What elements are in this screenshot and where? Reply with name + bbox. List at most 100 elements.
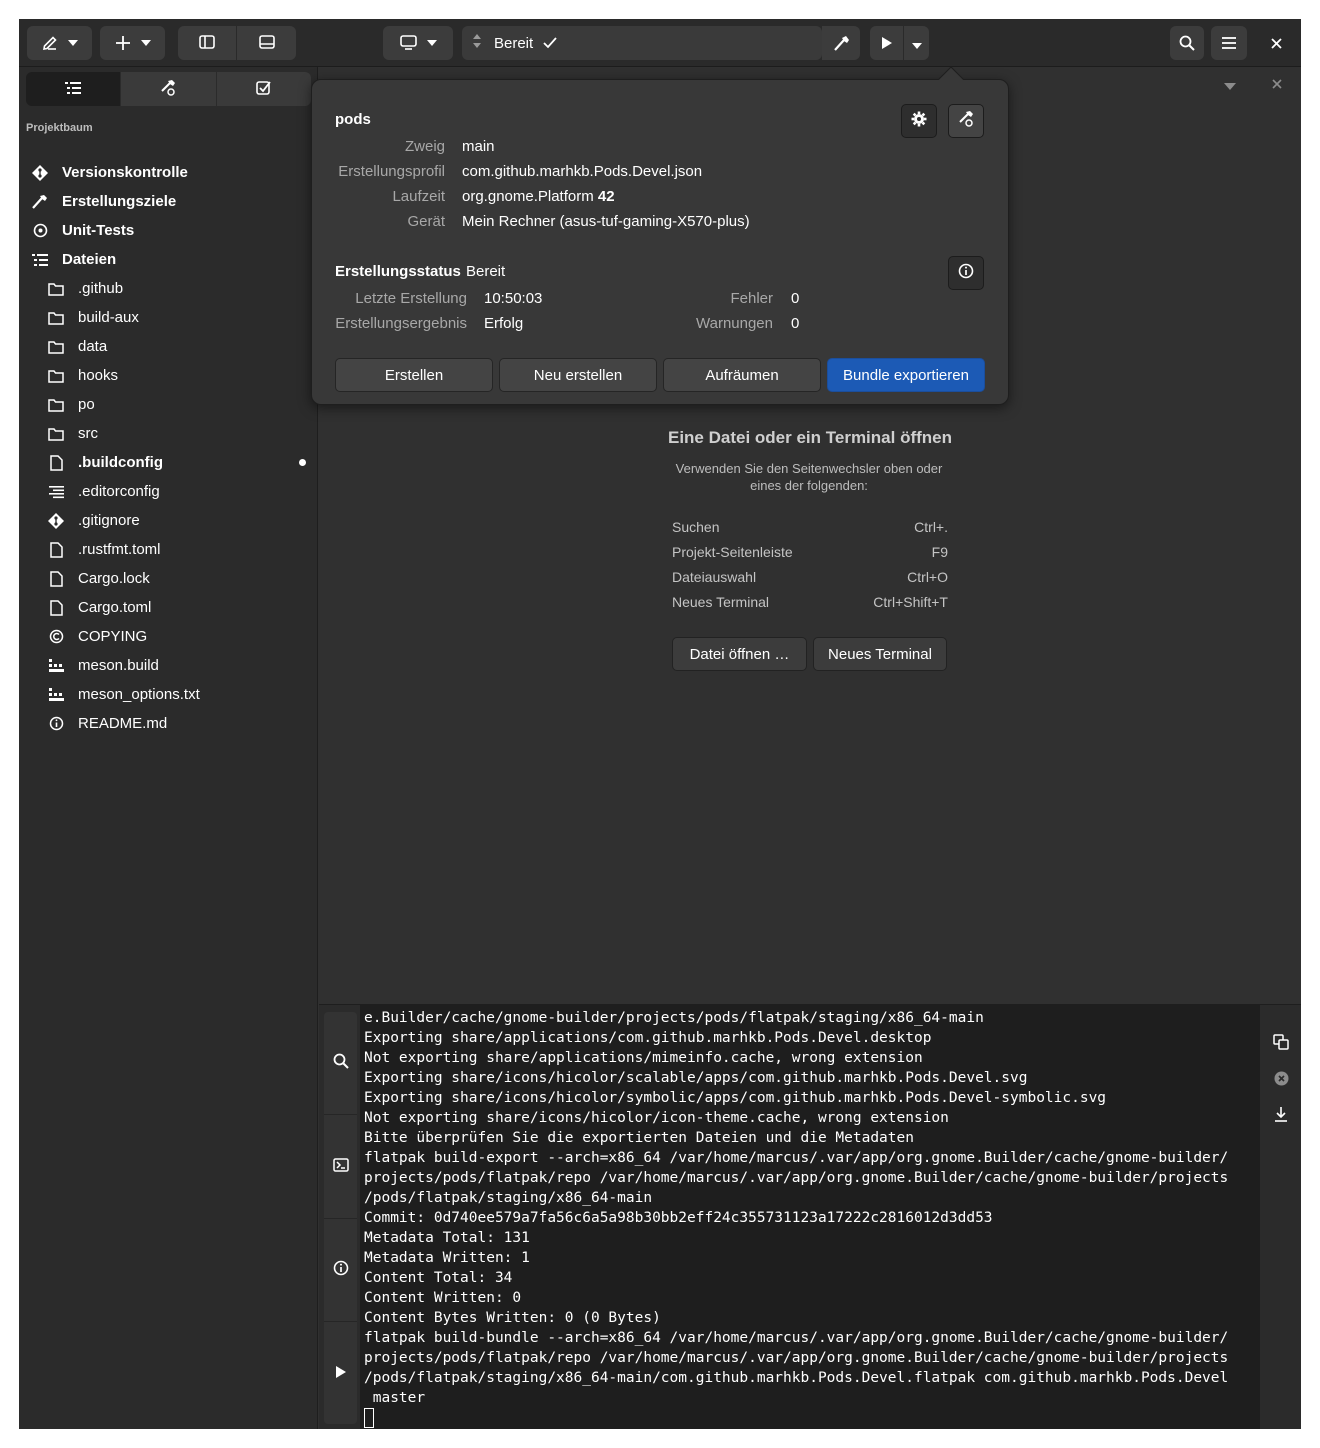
build-status-text: Bereit — [494, 34, 534, 52]
build-log-info-button[interactable] — [948, 256, 984, 290]
build-info-popover: pods Zweig main Erstellungsprofil com.gi… — [311, 66, 1009, 405]
tree-item-file[interactable]: COPYING — [19, 622, 318, 651]
new-terminal-button[interactable]: Neues Terminal — [813, 637, 947, 671]
tree-item-label: meson.build — [78, 657, 159, 674]
clean-button[interactable]: Aufräumen — [663, 358, 821, 392]
build-status-button[interactable]: Bereit — [462, 26, 822, 60]
rebuild-button[interactable]: Neu erstellen — [499, 358, 657, 392]
app-window: Bereit Projektbaum Versionskontrolle Ers… — [19, 19, 1301, 1429]
tab-build-targets[interactable] — [121, 72, 217, 106]
tree-item-file[interactable]: Cargo.lock — [19, 564, 318, 593]
terminal-line: /pods/flatpak/staging/x86_64-main/com.gi… — [364, 1370, 1229, 1386]
tree-item-file[interactable]: .gitignore — [19, 506, 318, 535]
terminal-icon — [332, 1157, 349, 1176]
tab-search[interactable] — [324, 1012, 357, 1116]
shortcut-label: Projekt-Seitenleiste — [672, 543, 793, 560]
shortcut-key: Ctrl+. — [914, 518, 948, 535]
tree-item-label: .gitignore — [78, 512, 140, 529]
copy-button[interactable] — [1271, 1034, 1291, 1054]
tree-item-file[interactable]: .rustfmt.toml — [19, 535, 318, 564]
tab-messages[interactable] — [324, 1219, 357, 1322]
build-status-value: Bereit — [466, 263, 506, 280]
run-group — [870, 26, 929, 60]
terminal-line: Bitte überprüfen Sie die exportierten Da… — [364, 1130, 914, 1146]
toggle-bottom-panel-button[interactable] — [237, 26, 296, 60]
new-menu-button[interactable] — [100, 26, 165, 60]
build-button[interactable] — [822, 26, 860, 60]
tab-terminal[interactable] — [324, 1115, 357, 1219]
panel-tabs — [324, 1012, 357, 1424]
terminal-line: flatpak build-bundle --arch=x86_64 /var/… — [364, 1330, 1229, 1346]
tree-item-label: Erstellungsziele — [62, 193, 177, 210]
build-file-icon — [47, 686, 65, 704]
info-value: Mein Rechner (asus-tuf-gaming-X570-plus) — [462, 213, 750, 230]
window-close-button[interactable] — [1259, 26, 1293, 60]
download-icon — [1273, 1106, 1289, 1126]
run-options-button[interactable] — [904, 26, 929, 60]
git-icon — [47, 512, 65, 530]
info-label: Gerät — [407, 213, 445, 230]
close-page-button[interactable] — [1272, 74, 1282, 93]
plus-icon — [115, 35, 131, 51]
tree-item-folder[interactable]: po — [19, 390, 318, 419]
shortcut-row: Suchen Ctrl+. — [672, 514, 948, 539]
tree-item-folder[interactable]: data — [19, 332, 318, 361]
clear-button[interactable] — [1271, 1070, 1291, 1090]
save-log-button[interactable] — [1271, 1106, 1291, 1126]
tree-item-version-control[interactable]: Versionskontrolle — [19, 158, 318, 187]
unit-test-icon — [31, 222, 49, 240]
clear-icon — [1274, 1071, 1289, 1090]
tree-item-file[interactable]: Cargo.toml — [19, 593, 318, 622]
tree-item-file[interactable]: .editorconfig — [19, 477, 318, 506]
search-button[interactable] — [1170, 26, 1204, 60]
pages-menu-button[interactable] — [1224, 75, 1236, 94]
terminal-line: Not exporting share/icons/hicolor/icon-t… — [364, 1110, 949, 1126]
config-file-icon — [47, 483, 65, 501]
tab-todo[interactable] — [216, 72, 311, 106]
tree-item-file[interactable]: .buildconfig — [19, 448, 318, 477]
terminal-cursor — [364, 1408, 374, 1428]
tree-item-file[interactable]: README.md — [19, 709, 318, 738]
tree-item-label: hooks — [78, 367, 119, 384]
hammer-icon — [31, 193, 49, 211]
file-icon — [47, 541, 65, 559]
build-preferences-button[interactable] — [901, 104, 937, 138]
tab-project-tree[interactable] — [26, 72, 122, 106]
tree-item-folder[interactable]: build-aux — [19, 303, 318, 332]
export-bundle-button[interactable]: Bundle exportieren — [827, 358, 985, 392]
folder-icon — [47, 309, 65, 327]
tree-item-file[interactable]: meson.build — [19, 651, 318, 680]
main-menu-button[interactable] — [1211, 26, 1247, 60]
terminal-line: Content Written: 0 — [364, 1290, 522, 1306]
toggle-left-panel-button[interactable] — [178, 26, 237, 60]
chevron-down-icon — [140, 40, 151, 46]
build-status-label: Erstellungsstatus — [335, 263, 461, 280]
open-file-button[interactable]: Datei öffnen … — [672, 637, 807, 671]
tree-item-build-targets[interactable]: Erstellungsziele — [19, 187, 318, 216]
tree-item-files[interactable]: Dateien — [19, 245, 318, 274]
build-targets-icon — [160, 79, 177, 100]
tree-item-folder[interactable]: hooks — [19, 361, 318, 390]
build-targets-button[interactable] — [948, 104, 984, 138]
modified-indicator — [299, 459, 306, 466]
tree-item-folder[interactable]: src — [19, 419, 318, 448]
tree-item-label: .github — [78, 280, 124, 297]
tree-item-unit-tests[interactable]: Unit-Tests — [19, 216, 318, 245]
project-name: pods — [335, 111, 371, 128]
device-menu-button[interactable] — [383, 26, 453, 60]
terminal-line: Metadata Written: 1 — [364, 1250, 530, 1266]
tree-item-folder[interactable]: .github — [19, 274, 318, 303]
tree-item-label: .buildconfig — [78, 454, 163, 471]
tree-item-file[interactable]: meson_options.txt — [19, 680, 318, 709]
terminal-line: Exporting share/icons/hicolor/symbolic/a… — [364, 1090, 1107, 1106]
tab-run[interactable] — [324, 1322, 357, 1424]
build-button[interactable]: Erstellen — [335, 358, 493, 392]
build-output-terminal[interactable]: e.Builder/cache/gnome-builder/projects/p… — [360, 1005, 1260, 1429]
folder-icon — [47, 338, 65, 356]
edit-menu-button[interactable] — [27, 26, 92, 60]
run-button[interactable] — [870, 26, 904, 60]
shortcut-key: Ctrl+Shift+T — [873, 593, 948, 610]
tree-item-label: build-aux — [78, 309, 139, 326]
shortcut-label: Dateiauswahl — [672, 568, 757, 585]
terminal-line: Exporting share/icons/hicolor/scalable/a… — [364, 1070, 1028, 1086]
